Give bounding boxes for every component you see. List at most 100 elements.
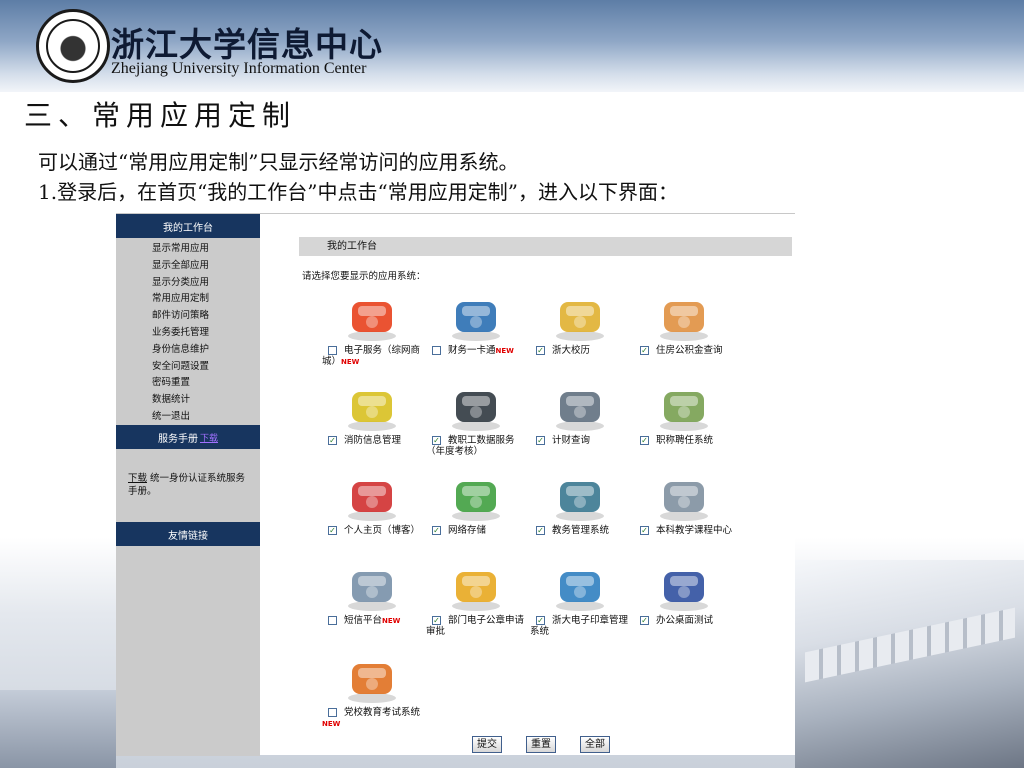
app-item[interactable]: ✓ 部门电子公章申请审批 xyxy=(426,566,530,656)
office-machine-icon xyxy=(552,386,608,432)
app-label: 职称聘任系统 xyxy=(634,435,734,446)
app-label-text: 办公桌面测试 xyxy=(656,615,714,626)
app-label: 消防信息管理 xyxy=(322,435,422,446)
new-badge: NEW xyxy=(495,347,514,355)
app-item[interactable]: 党校教育考试系统NEW xyxy=(322,658,426,748)
globe-icon xyxy=(656,566,712,612)
compass-map-icon xyxy=(656,386,712,432)
app-item[interactable]: ✓ 本科教学课程中心 xyxy=(634,476,738,566)
app-item[interactable]: ✓ 浙大校历 xyxy=(530,296,634,386)
app-label-text: 教职工数据服务（年度考核） xyxy=(426,435,515,457)
app-item[interactable]: ✓ 办公桌面测试 xyxy=(634,566,738,656)
submit-button[interactable]: 提交 xyxy=(472,736,502,753)
manual-header: 服务手册 下载 xyxy=(116,425,260,449)
book-pen-icon xyxy=(344,658,400,704)
app-item[interactable]: ✓ 职称聘任系统 xyxy=(634,386,738,476)
app-label-text: 短信平台 xyxy=(344,615,383,626)
app-label: 个人主页（博客） xyxy=(322,525,422,536)
new-badge: NEW xyxy=(382,617,401,625)
sidebar-item[interactable]: 显示全部应用 xyxy=(152,258,260,275)
app-item[interactable]: ✓ 网络存储 xyxy=(426,476,530,566)
app-item[interactable]: ✓ 教职工数据服务（年度考核） xyxy=(426,386,530,476)
app-label: 办公桌面测试 xyxy=(634,615,734,626)
header-title-cn: 浙江大学信息中心 xyxy=(111,25,383,64)
app-label-text: 党校教育考试系统 xyxy=(344,707,421,718)
header-title-en: Zhejiang University Information Center xyxy=(111,60,367,77)
app-item[interactable]: ✓ 教务管理系统 xyxy=(530,476,634,566)
sidebar-item[interactable]: 显示分类应用 xyxy=(152,275,260,292)
header-banner: 浙江大学信息中心 Zhejiang University Information… xyxy=(0,0,1024,92)
background-campus-building xyxy=(795,560,1024,768)
app-label: 浙大电子印章管理系统 xyxy=(530,615,630,637)
app-label-text: 本科教学课程中心 xyxy=(656,525,733,536)
sidebar-item[interactable]: 身份信息维护 xyxy=(152,342,260,359)
calendar-folder-icon xyxy=(552,296,608,342)
storage-check-icon xyxy=(448,476,504,522)
manual-header-label: 服务手册 xyxy=(157,433,198,445)
app-label: 部门电子公章申请审批 xyxy=(426,615,526,637)
black-folder-icon xyxy=(448,386,504,432)
app-label-text: 职称聘任系统 xyxy=(656,435,714,446)
zju-seal-icon xyxy=(46,19,100,73)
flower-pot-icon xyxy=(344,476,400,522)
app-item[interactable]: ✓ 消防信息管理 xyxy=(322,386,426,476)
app-label: 网络存储 xyxy=(426,525,526,536)
select-all-button[interactable]: 全部 xyxy=(580,736,610,753)
yellow-folder-icon xyxy=(448,566,504,612)
app-item[interactable]: ✓ 住房公积金查询 xyxy=(634,296,738,386)
fire-map-icon xyxy=(344,386,400,432)
main-title-bar: 我的工作台 xyxy=(299,237,792,256)
app-label: 住房公积金查询 xyxy=(634,345,734,356)
sidebar-item[interactable]: 邮件访问策略 xyxy=(152,308,260,325)
manual-note: 下载 统一身份认证系统服务手册。 xyxy=(128,472,253,498)
sidebar-item[interactable]: 业务委托管理 xyxy=(152,325,260,342)
app-item[interactable]: ✓ 计财查询 xyxy=(530,386,634,476)
new-badge: NEW xyxy=(322,720,341,728)
sidebar-menu: 显示常用应用 显示全部应用 显示分类应用 常用应用定制 邮件访问策略 业务委托管理 身份信息… xyxy=(116,238,260,426)
app-label: 教务管理系统 xyxy=(530,525,630,536)
friend-links-header[interactable]: 友情链接 xyxy=(116,522,260,546)
instruction-line-1: 可以通过“常用应用定制”只显示经常访问的应用系统。 xyxy=(38,150,519,174)
app-label-text: 电子服务（综网商城） xyxy=(322,345,421,367)
app-label-text: 网络存储 xyxy=(448,525,487,536)
app-label-text: 个人主页（博客） xyxy=(344,525,421,536)
app-label: 党校教育考试系统NEW xyxy=(322,707,422,730)
app-item[interactable]: ✓ 浙大电子印章管理系统 xyxy=(530,566,634,656)
server-tower-icon xyxy=(552,476,608,522)
app-label-text: 消防信息管理 xyxy=(344,435,402,446)
card-reader-icon xyxy=(448,296,504,342)
action-buttons: 提交 重置 全部 xyxy=(472,736,610,753)
reset-button[interactable]: 重置 xyxy=(526,736,556,753)
background-campus-left xyxy=(0,690,116,768)
app-label-text: 部门电子公章申请审批 xyxy=(426,615,525,637)
app-label-text: 住房公积金查询 xyxy=(656,345,723,356)
app-item[interactable]: 短信平台NEW xyxy=(322,566,426,656)
network-graph-icon xyxy=(656,476,712,522)
sidebar-item[interactable]: 数据统计 xyxy=(152,392,260,409)
app-label: 短信平台NEW xyxy=(322,615,422,627)
sidebar-item[interactable]: 统一退出 xyxy=(152,409,260,426)
map-pin-icon xyxy=(656,296,712,342)
sidebar-item[interactable]: 安全问题设置 xyxy=(152,359,260,376)
sidebar-header: 我的工作台 xyxy=(116,214,260,238)
note-download-link[interactable]: 下载 xyxy=(128,473,147,484)
app-label: 本科教学课程中心 xyxy=(634,525,734,536)
new-badge: NEW xyxy=(341,358,360,366)
app-label: 电子服务（综网商城）NEW xyxy=(322,345,422,368)
computer-icon xyxy=(552,566,608,612)
app-label-text: 教务管理系统 xyxy=(552,525,610,536)
sidebar-item[interactable]: 常用应用定制 xyxy=(152,291,260,308)
app-label: 计财查询 xyxy=(530,435,630,446)
section-title: 三、常用应用定制 xyxy=(24,99,297,132)
app-label-text: 计财查询 xyxy=(552,435,591,446)
red-circle-icon xyxy=(344,296,400,342)
app-label-text: 浙大电子印章管理系统 xyxy=(530,615,629,637)
app-item[interactable]: ✓ 个人主页（博客） xyxy=(322,476,426,566)
manual-download-link[interactable]: 下载 xyxy=(200,431,218,444)
sidebar-item[interactable]: 显示常用应用 xyxy=(152,241,260,258)
sidebar-item[interactable]: 密码重置 xyxy=(152,375,260,392)
app-label-text: 浙大校历 xyxy=(552,345,591,356)
app-label-text: 财务一卡通 xyxy=(448,345,496,356)
app-item[interactable]: 电子服务（综网商城）NEW xyxy=(322,296,426,386)
app-item[interactable]: 财务一卡通NEW xyxy=(426,296,530,386)
